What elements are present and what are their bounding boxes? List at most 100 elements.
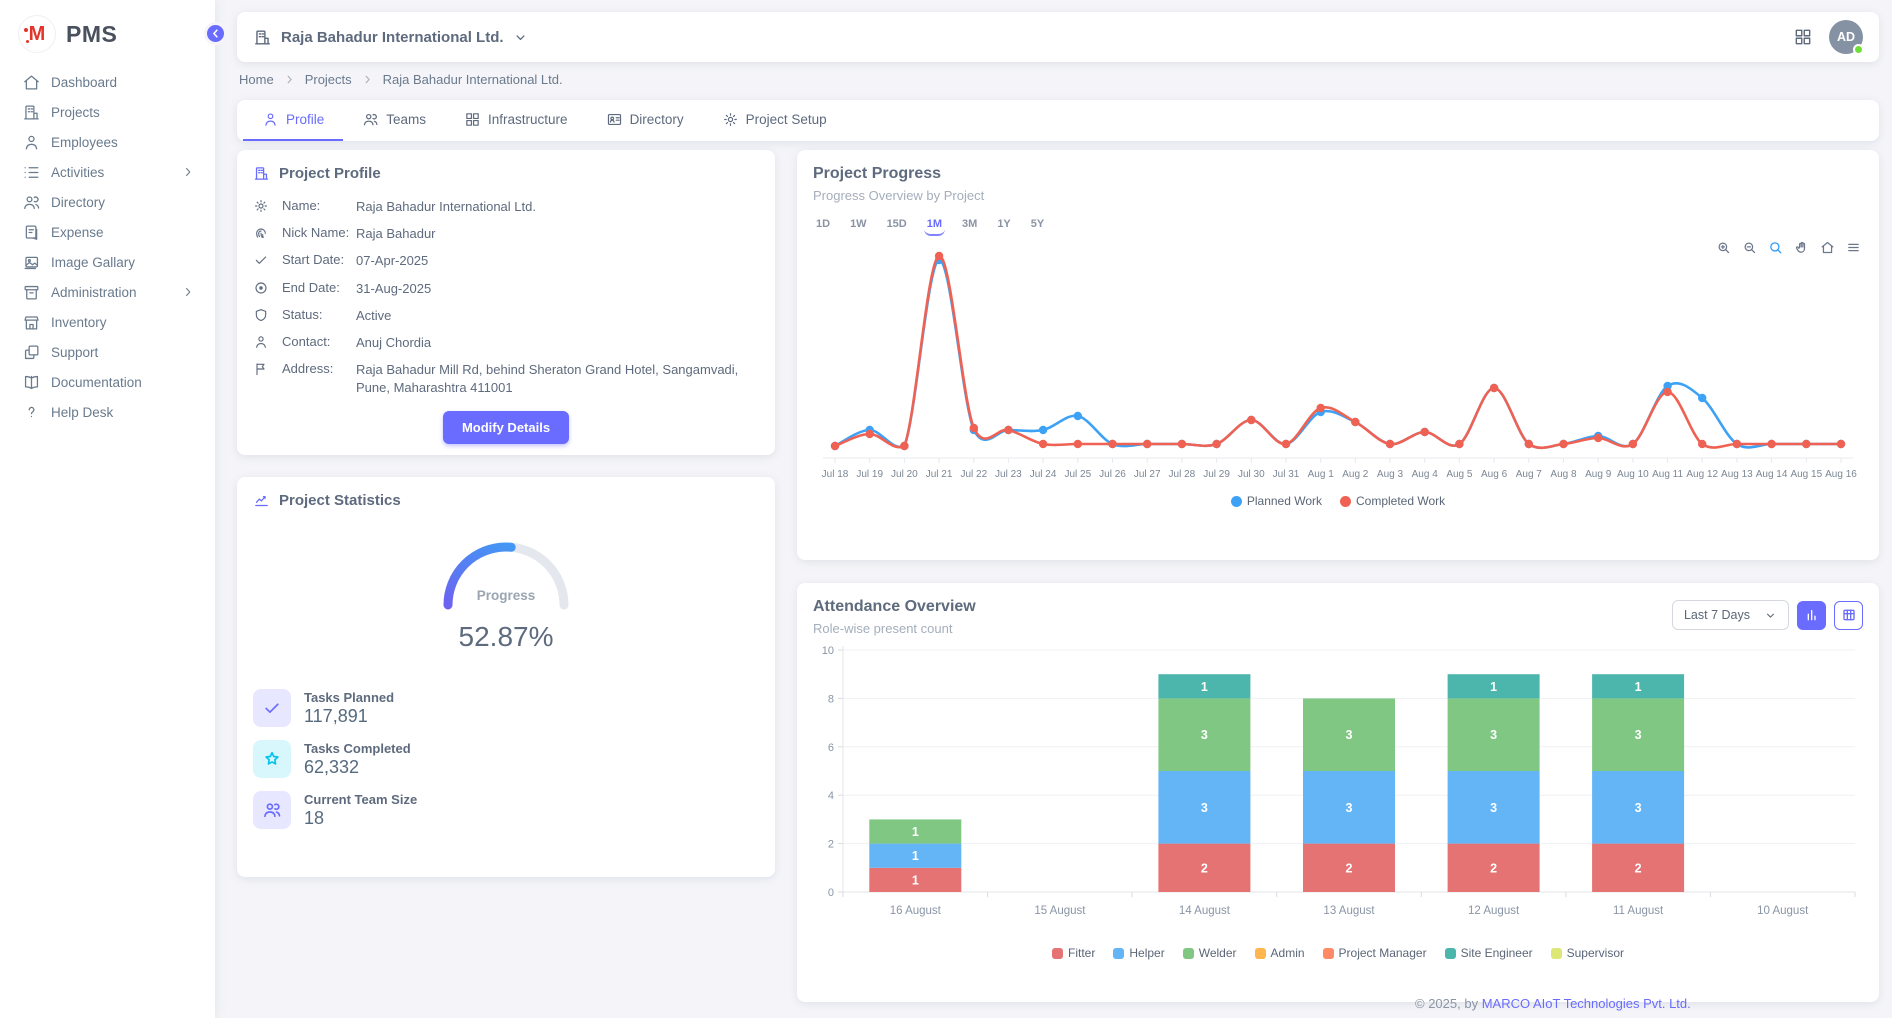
svg-text:Aug 1: Aug 1	[1308, 469, 1335, 480]
legend-planned-work[interactable]: Planned Work	[1231, 494, 1322, 508]
receipt-icon	[21, 222, 41, 242]
sidebar-item-activities[interactable]: Activities	[0, 157, 215, 187]
svg-text:10 August: 10 August	[1757, 905, 1809, 917]
avatar[interactable]: AD	[1829, 20, 1863, 54]
app-logo[interactable]: M PMS	[0, 0, 215, 67]
logo-text: PMS	[66, 21, 117, 48]
legend-fitter[interactable]: Fitter	[1052, 946, 1095, 960]
sidebar-item-administration[interactable]: Administration	[0, 277, 215, 307]
sidebar-item-support[interactable]: Support	[0, 337, 215, 367]
legend-helper[interactable]: Helper	[1113, 946, 1164, 960]
svg-text:Aug 10: Aug 10	[1617, 469, 1649, 480]
zoom-out-icon[interactable]	[1742, 240, 1757, 255]
svg-text:3: 3	[1490, 801, 1497, 815]
legend-welder[interactable]: Welder	[1183, 946, 1237, 960]
company-selector[interactable]: Raja Bahadur International Ltd.	[253, 28, 528, 47]
range-button-15d[interactable]: 15D	[884, 216, 910, 236]
project-statistics-card: Project Statistics Progress 52.87% Tasks…	[237, 477, 775, 877]
sidebar-item-employees[interactable]: Employees	[0, 127, 215, 157]
chevron-right-icon	[181, 165, 195, 179]
tab-profile[interactable]: Profile	[243, 100, 343, 141]
svg-text:11 August: 11 August	[1613, 905, 1664, 917]
sidebar-item-inventory[interactable]: Inventory	[0, 307, 215, 337]
sidebar-item-directory[interactable]: Directory	[0, 187, 215, 217]
svg-text:15 August: 15 August	[1034, 905, 1086, 917]
svg-text:Aug 14: Aug 14	[1756, 469, 1788, 480]
company-name: Raja Bahadur International Ltd.	[281, 29, 504, 46]
pan-icon[interactable]	[1794, 240, 1809, 255]
sidebar-item-image-gallary[interactable]: Image Gallary	[0, 247, 215, 277]
sidebar-item-label: Directory	[51, 195, 105, 210]
field-value: Raja Bahadur International Ltd.	[356, 198, 536, 216]
date-range-select[interactable]: Last 7 Days	[1672, 600, 1789, 630]
range-button-5y[interactable]: 5Y	[1028, 216, 1047, 236]
svg-text:Aug 3: Aug 3	[1377, 469, 1404, 480]
sidebar-item-label: Support	[51, 345, 98, 360]
legend-supervisor[interactable]: Supervisor	[1551, 946, 1624, 960]
tab-directory[interactable]: Directory	[587, 100, 703, 141]
range-button-1w[interactable]: 1W	[847, 216, 870, 236]
attendance-overview-card: Attendance Overview Role-wise present co…	[797, 583, 1879, 1002]
svg-text:1: 1	[1201, 680, 1208, 694]
legend-project-manager[interactable]: Project Manager	[1323, 946, 1427, 960]
statistics-list: Tasks Planned117,891Tasks Completed62,33…	[237, 689, 775, 829]
tab-label: Infrastructure	[488, 112, 568, 127]
svg-text:3: 3	[1346, 728, 1353, 742]
svg-text:1: 1	[1490, 680, 1497, 694]
reset-zoom-icon[interactable]	[1820, 240, 1835, 255]
breadcrumb: HomeProjectsRaja Bahadur International L…	[239, 72, 563, 87]
svg-text:3: 3	[1635, 801, 1642, 815]
legend-completed-work[interactable]: Completed Work	[1340, 494, 1445, 508]
svg-text:1: 1	[1635, 680, 1642, 694]
selection-zoom-icon[interactable]	[1768, 240, 1783, 255]
svg-text:Aug 12: Aug 12	[1686, 469, 1718, 480]
stat-label: Tasks Planned	[304, 690, 394, 705]
tab-project-setup[interactable]: Project Setup	[703, 100, 846, 141]
sidebar-item-help-desk[interactable]: Help Desk	[0, 397, 215, 427]
sidebar-collapse-button[interactable]	[204, 22, 227, 45]
svg-text:Aug 11: Aug 11	[1652, 469, 1683, 480]
sidebar-item-documentation[interactable]: Documentation	[0, 367, 215, 397]
field-label: Status:	[282, 307, 356, 322]
range-button-1m[interactable]: 1M	[924, 216, 945, 236]
table-view-button[interactable]	[1834, 601, 1863, 630]
tab-label: Project Setup	[746, 112, 827, 127]
topbar-actions: AD	[1793, 20, 1863, 54]
apps-grid-icon[interactable]	[1793, 27, 1813, 47]
breadcrumb-item-projects[interactable]: Projects	[305, 72, 352, 87]
sidebar-item-expense[interactable]: Expense	[0, 217, 215, 247]
tab-infrastructure[interactable]: Infrastructure	[445, 100, 587, 141]
legend-admin[interactable]: Admin	[1255, 946, 1305, 960]
range-button-3m[interactable]: 3M	[959, 216, 980, 236]
svg-text:Aug 4: Aug 4	[1412, 469, 1439, 480]
svg-text:2: 2	[828, 839, 834, 851]
svg-text:Aug 6: Aug 6	[1481, 469, 1508, 480]
svg-text:Aug 7: Aug 7	[1516, 469, 1543, 480]
breadcrumb-item-home[interactable]: Home	[239, 72, 274, 87]
range-button-1y[interactable]: 1Y	[994, 216, 1013, 236]
svg-text:1: 1	[912, 873, 919, 887]
sidebar-item-label: Documentation	[51, 375, 142, 390]
legend-site-engineer[interactable]: Site Engineer	[1445, 946, 1533, 960]
archive-icon	[21, 282, 41, 302]
tab-teams[interactable]: Teams	[343, 100, 445, 141]
bar-view-button[interactable]	[1797, 601, 1826, 630]
svg-text:1: 1	[912, 849, 919, 863]
modify-details-button[interactable]: Modify Details	[443, 411, 569, 444]
range-button-1d[interactable]: 1D	[813, 216, 833, 236]
gear-icon	[253, 198, 271, 214]
chart-menu-icon[interactable]	[1846, 240, 1861, 255]
sidebar-item-projects[interactable]: Projects	[0, 97, 215, 127]
field-value: Anuj Chordia	[356, 334, 431, 352]
sidebar-item-dashboard[interactable]: Dashboard	[0, 67, 215, 97]
main-content: Raja Bahadur International Ltd. AD Home P…	[215, 0, 1892, 1018]
building-icon	[253, 28, 272, 47]
sidebar-item-label: Employees	[51, 135, 118, 150]
svg-text:16 August: 16 August	[890, 905, 942, 917]
sidebar-item-label: Projects	[51, 105, 100, 120]
sidebar-item-label: Dashboard	[51, 75, 117, 90]
svg-text:Aug 5: Aug 5	[1446, 469, 1473, 480]
zoom-in-icon[interactable]	[1716, 240, 1731, 255]
profile-field-nick-name: Nick Name:Raja Bahadur	[253, 225, 759, 243]
company-link[interactable]: MARCO AIoT Technologies Pvt. Ltd.	[1482, 996, 1691, 1011]
